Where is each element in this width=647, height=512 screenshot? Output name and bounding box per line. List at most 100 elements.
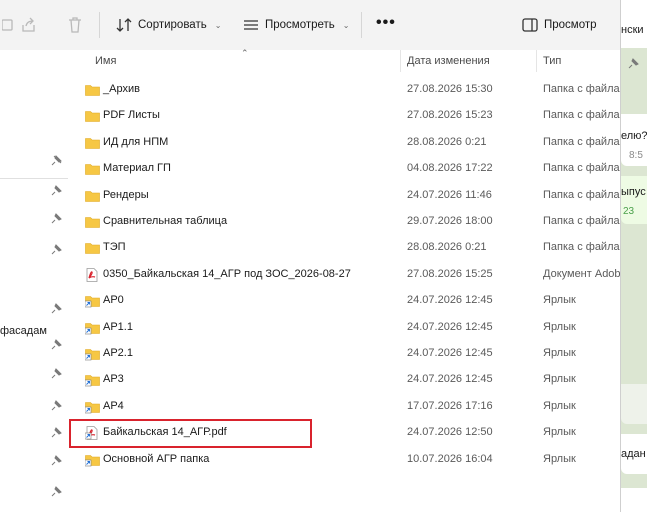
pin-icon[interactable] xyxy=(628,58,639,69)
file-row[interactable]: АР0 24.07.2026 12:45 Ярлык xyxy=(68,288,620,314)
pin-icon[interactable] xyxy=(51,427,62,438)
file-type: Папка с файлами xyxy=(543,241,620,254)
file-date: 24.07.2026 12:45 xyxy=(407,347,493,359)
pin-icon[interactable] xyxy=(51,213,62,224)
view-label: Просмотреть xyxy=(265,19,335,31)
command-bar: Сортировать ⌄ Просмотреть ⌄ ••• Просмотр xyxy=(0,0,620,50)
file-date: 27.08.2026 15:23 xyxy=(407,109,493,122)
chat-message-time: 8:5 xyxy=(629,150,643,161)
view-button[interactable]: Просмотреть ⌄ xyxy=(243,16,350,34)
chevron-down-icon: ⌄ xyxy=(214,20,222,30)
file-type: Ярлык xyxy=(543,294,576,307)
side-app-title: нски xyxy=(621,24,644,36)
column-name[interactable]: Имя xyxy=(88,50,399,72)
file-row[interactable]: Основной АГР папка 10.07.2026 16:04 Ярлык xyxy=(68,447,620,473)
folder-shortcut-icon xyxy=(85,296,100,308)
file-name: АР1.1 xyxy=(103,320,133,333)
chevron-down-icon: ⌄ xyxy=(342,20,350,30)
file-row[interactable]: АР4 17.07.2026 17:16 Ярлык xyxy=(68,394,620,420)
navigation-pane: фасадам xyxy=(0,50,68,512)
file-row[interactable]: _Архив 27.08.2026 15:30 Папка с файлами xyxy=(68,77,620,103)
chat-message[interactable]: ыпус 23 xyxy=(621,176,647,224)
file-date: 24.07.2026 11:46 xyxy=(407,188,492,201)
file-name: PDF Листы xyxy=(103,109,160,122)
file-row[interactable]: АР3 24.07.2026 12:45 Ярлык xyxy=(68,367,620,393)
delete-icon[interactable] xyxy=(66,16,84,34)
file-date: 29.07.2026 18:00 xyxy=(407,215,493,227)
file-row[interactable]: Рендеры 24.07.2026 11:46 Папка с файлами xyxy=(68,183,620,209)
chat-input-area[interactable] xyxy=(621,488,647,512)
file-type: Ярлык xyxy=(543,347,576,359)
side-app-window: нски елю? 8:5 ыпус 23 адан xyxy=(621,0,647,512)
file-type: Папка с файлами xyxy=(543,135,620,148)
folder-icon xyxy=(85,164,100,175)
file-row[interactable]: ТЭП 28.08.2026 0:21 Папка с файлами xyxy=(68,235,620,261)
pin-icon[interactable] xyxy=(51,155,62,166)
file-date: 10.07.2026 16:04 xyxy=(407,452,493,465)
chat-message-time: 23 xyxy=(623,206,635,217)
pin-icon[interactable] xyxy=(51,400,62,411)
pin-icon[interactable] xyxy=(51,368,62,379)
sort-button[interactable]: Сортировать ⌄ xyxy=(116,16,221,34)
file-type: Ярлык xyxy=(543,452,576,465)
column-date[interactable]: Дата изменения xyxy=(400,50,536,72)
file-name: _Архив xyxy=(103,83,140,95)
file-name: Сравнительная таблица xyxy=(103,215,228,227)
file-name: АР0 xyxy=(103,294,124,307)
file-date: 28.08.2026 0:21 xyxy=(407,241,487,254)
pin-icon[interactable] xyxy=(51,185,62,196)
toolbar-separator xyxy=(361,12,362,38)
file-row[interactable]: Сравнительная таблица 29.07.2026 18:00 Пап… xyxy=(68,209,620,235)
file-type: Документ Adobe xyxy=(543,267,620,280)
folder-icon xyxy=(85,111,100,123)
preview-pane-button[interactable]: Просмотр xyxy=(522,16,597,34)
nav-divider xyxy=(0,178,68,179)
column-type[interactable]: Тип xyxy=(536,50,620,72)
folder-shortcut-icon xyxy=(85,401,100,414)
folder-icon xyxy=(85,243,100,255)
chat-message[interactable]: елю? 8:5 xyxy=(621,114,647,166)
file-row[interactable]: 0350_Байкальская 14_АГР под ЗОС_2026-08-… xyxy=(68,262,620,288)
file-row[interactable]: Материал ГП 04.08.2026 17:22 Папка с файла… xyxy=(68,156,620,182)
file-name: 0350_Байкальская 14_АГР под ЗОС_2026-08-… xyxy=(103,267,351,280)
file-row[interactable]: АР1.1 24.07.2026 12:45 Ярлык xyxy=(68,315,620,341)
folder-icon xyxy=(85,190,100,202)
pin-icon[interactable] xyxy=(51,455,62,466)
chat-media[interactable] xyxy=(621,384,647,424)
chat-message-text: адан xyxy=(621,448,646,460)
folder-icon xyxy=(85,217,100,228)
file-type: Ярлык xyxy=(543,399,576,412)
file-name: АР4 xyxy=(103,399,124,412)
file-type: Ярлык xyxy=(543,426,576,439)
file-name: ТЭП xyxy=(103,241,126,254)
file-date: 17.07.2026 17:16 xyxy=(407,399,493,412)
side-app-header: нски xyxy=(621,0,647,48)
file-row[interactable]: PDF Листы 27.08.2026 15:23 Папка с файлами xyxy=(68,103,620,129)
file-type: Ярлык xyxy=(543,373,576,386)
more-options-button[interactable]: ••• xyxy=(376,14,396,32)
file-name: ИД для НПМ xyxy=(103,135,169,148)
file-row[interactable]: ИД для НПМ 28.08.2026 0:21 Папка с файлами xyxy=(68,130,620,156)
sort-icon xyxy=(116,18,132,32)
file-date: 24.07.2026 12:50 xyxy=(407,426,493,439)
file-type: Папка с файлами xyxy=(543,83,620,95)
file-name: Основной АГР папка xyxy=(103,452,210,465)
pin-icon[interactable] xyxy=(51,244,62,255)
chat-message[interactable]: адан xyxy=(621,434,647,474)
file-date: 24.07.2026 12:45 xyxy=(407,320,493,333)
share-icon[interactable] xyxy=(20,16,38,34)
file-type: Папка с файлами xyxy=(543,109,620,122)
file-date: 24.07.2026 12:45 xyxy=(407,294,493,307)
preview-pane-icon xyxy=(522,18,538,32)
nav-item-facades[interactable]: фасадам xyxy=(0,325,47,337)
pin-icon[interactable] xyxy=(51,486,62,497)
chat-message-text: елю? xyxy=(621,130,647,142)
file-date: 28.08.2026 0:21 xyxy=(407,135,487,148)
pin-icon[interactable] xyxy=(51,303,62,314)
pin-icon[interactable] xyxy=(51,339,62,350)
rename-icon[interactable] xyxy=(2,16,20,34)
toolbar-separator xyxy=(99,12,100,38)
selection-highlight xyxy=(69,419,312,448)
file-row[interactable]: АР2.1 24.07.2026 12:45 Ярлык xyxy=(68,341,620,367)
folder-shortcut-icon xyxy=(85,454,100,466)
